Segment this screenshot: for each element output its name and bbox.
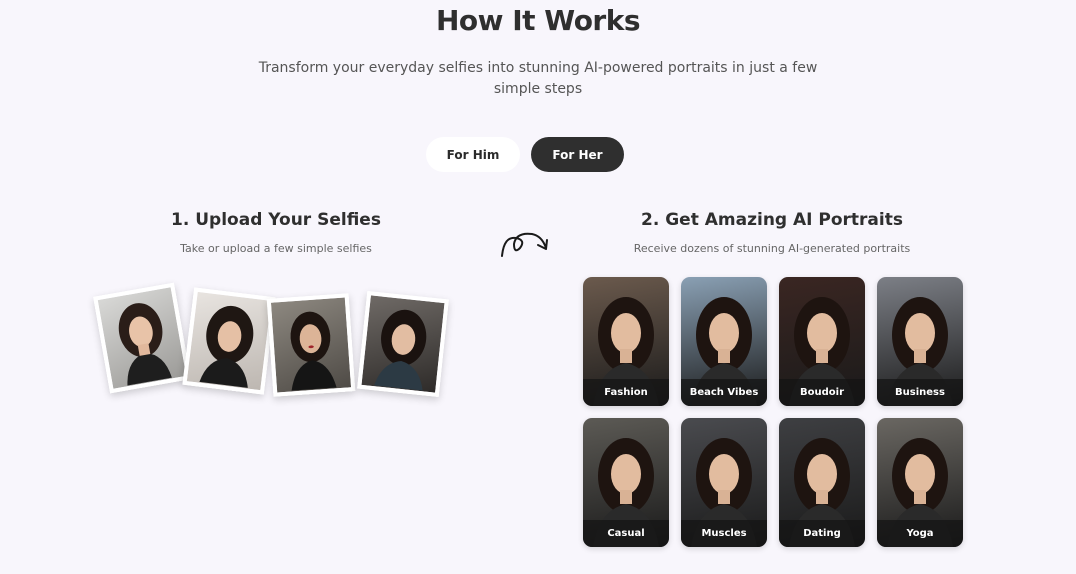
portrait-card-label: Yoga (877, 520, 963, 547)
portrait-card-label: Muscles (681, 520, 767, 547)
selfie-photo-3 (266, 293, 356, 397)
portrait-card[interactable]: Casual (583, 418, 669, 547)
how-it-works-section: How It Works Transform your everyday sel… (0, 0, 1076, 574)
portrait-card-label: Business (877, 379, 963, 406)
step2-title: 2. Get Amazing AI Portraits (641, 210, 903, 230)
selfie-photo-4 (357, 290, 449, 398)
for-him-toggle[interactable]: For Him (426, 137, 520, 172)
portrait-card[interactable]: Dating (779, 418, 865, 547)
portrait-card[interactable]: Business (877, 277, 963, 406)
portrait-card-label: Fashion (583, 379, 669, 406)
portrait-card[interactable]: Yoga (877, 418, 963, 547)
portrait-card-label: Boudoir (779, 379, 865, 406)
step1-description: Take or upload a few simple selfies (180, 242, 372, 255)
portrait-card-label: Beach Vibes (681, 379, 767, 406)
woman-portrait-icon (374, 309, 427, 391)
portrait-card[interactable]: Beach Vibes (681, 277, 767, 406)
portrait-card[interactable]: Fashion (583, 277, 669, 406)
selfie-photo-2 (182, 287, 276, 395)
step1-title: 1. Upload Your Selfies (171, 210, 381, 230)
portrait-card-label: Casual (583, 520, 669, 547)
woman-portrait-icon (118, 303, 172, 386)
curved-arrow-icon (501, 232, 548, 257)
for-her-toggle[interactable]: For Her (531, 137, 624, 172)
step2-description: Receive dozens of stunning AI-generated … (633, 242, 911, 255)
portrait-card[interactable]: Muscles (681, 418, 767, 547)
portrait-card[interactable]: Boudoir (779, 277, 865, 406)
woman-portrait-icon (199, 305, 254, 388)
section-subtitle: Transform your everyday selfies into stu… (258, 60, 818, 97)
section-title: How It Works (435, 4, 641, 37)
selfie-photo-1 (93, 282, 191, 394)
woman-portrait-icon (290, 311, 337, 391)
portrait-card-label: Dating (779, 520, 865, 547)
